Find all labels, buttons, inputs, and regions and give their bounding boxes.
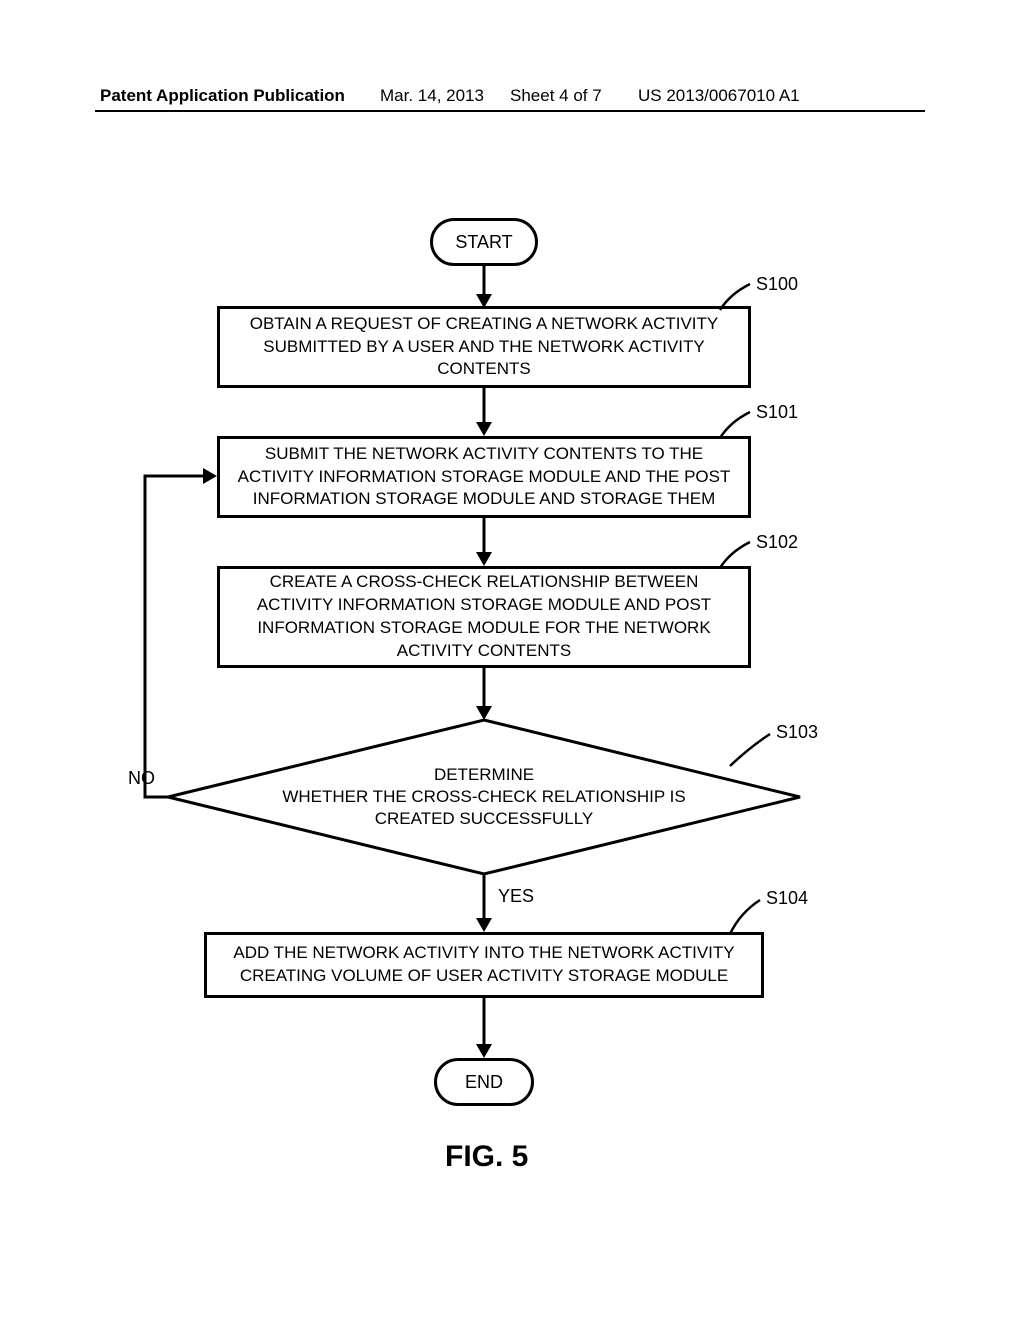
process-s101-text: SUBMIT THE NETWORK ACTIVITY CONTENTS TO …: [230, 443, 738, 512]
process-s102-text: CREATE A CROSS-CHECK RELATIONSHIP BETWEE…: [230, 571, 738, 663]
process-s101: SUBMIT THE NETWORK ACTIVITY CONTENTS TO …: [217, 436, 751, 518]
label-yes: YES: [498, 886, 534, 907]
label-s104: S104: [766, 888, 808, 909]
end-terminal: END: [434, 1058, 534, 1106]
arrow-yes-s104: [484, 874, 485, 932]
arrow-s101-s102: [484, 518, 485, 566]
decision-line3: CREATED SUCCESSFULLY: [375, 808, 594, 830]
arrow-s102-decision: [484, 668, 485, 720]
end-label: END: [465, 1072, 503, 1093]
process-s104-text: ADD THE NETWORK ACTIVITY INTO THE NETWOR…: [217, 942, 751, 988]
decision-line2: WHETHER THE CROSS-CHECK RELATIONSHIP IS: [282, 786, 685, 808]
decision-line1: DETERMINE: [434, 764, 534, 786]
decision-s103: DETERMINE WHETHER THE CROSS-CHECK RELATI…: [166, 718, 802, 876]
arrow-no-loop: [145, 476, 225, 801]
label-s102: S102: [756, 532, 798, 553]
label-s100: S100: [756, 274, 798, 295]
decision-text: DETERMINE WHETHER THE CROSS-CHECK RELATI…: [166, 718, 802, 876]
start-label: START: [455, 232, 512, 253]
flowchart-canvas: START OBTAIN A REQUEST OF CREATING A NET…: [0, 0, 1024, 1320]
arrow-start-s100: [484, 266, 485, 306]
process-s102: CREATE A CROSS-CHECK RELATIONSHIP BETWEE…: [217, 566, 751, 668]
label-s101: S101: [756, 402, 798, 423]
arrow-s100-s101: [484, 388, 485, 436]
figure-label: FIG. 5: [445, 1140, 528, 1174]
process-s104: ADD THE NETWORK ACTIVITY INTO THE NETWOR…: [204, 932, 764, 998]
start-terminal: START: [430, 218, 538, 266]
label-s103: S103: [776, 722, 818, 743]
process-s100: OBTAIN A REQUEST OF CREATING A NETWORK A…: [217, 306, 751, 388]
process-s100-text: OBTAIN A REQUEST OF CREATING A NETWORK A…: [230, 313, 738, 382]
arrow-s104-end: [484, 998, 485, 1058]
